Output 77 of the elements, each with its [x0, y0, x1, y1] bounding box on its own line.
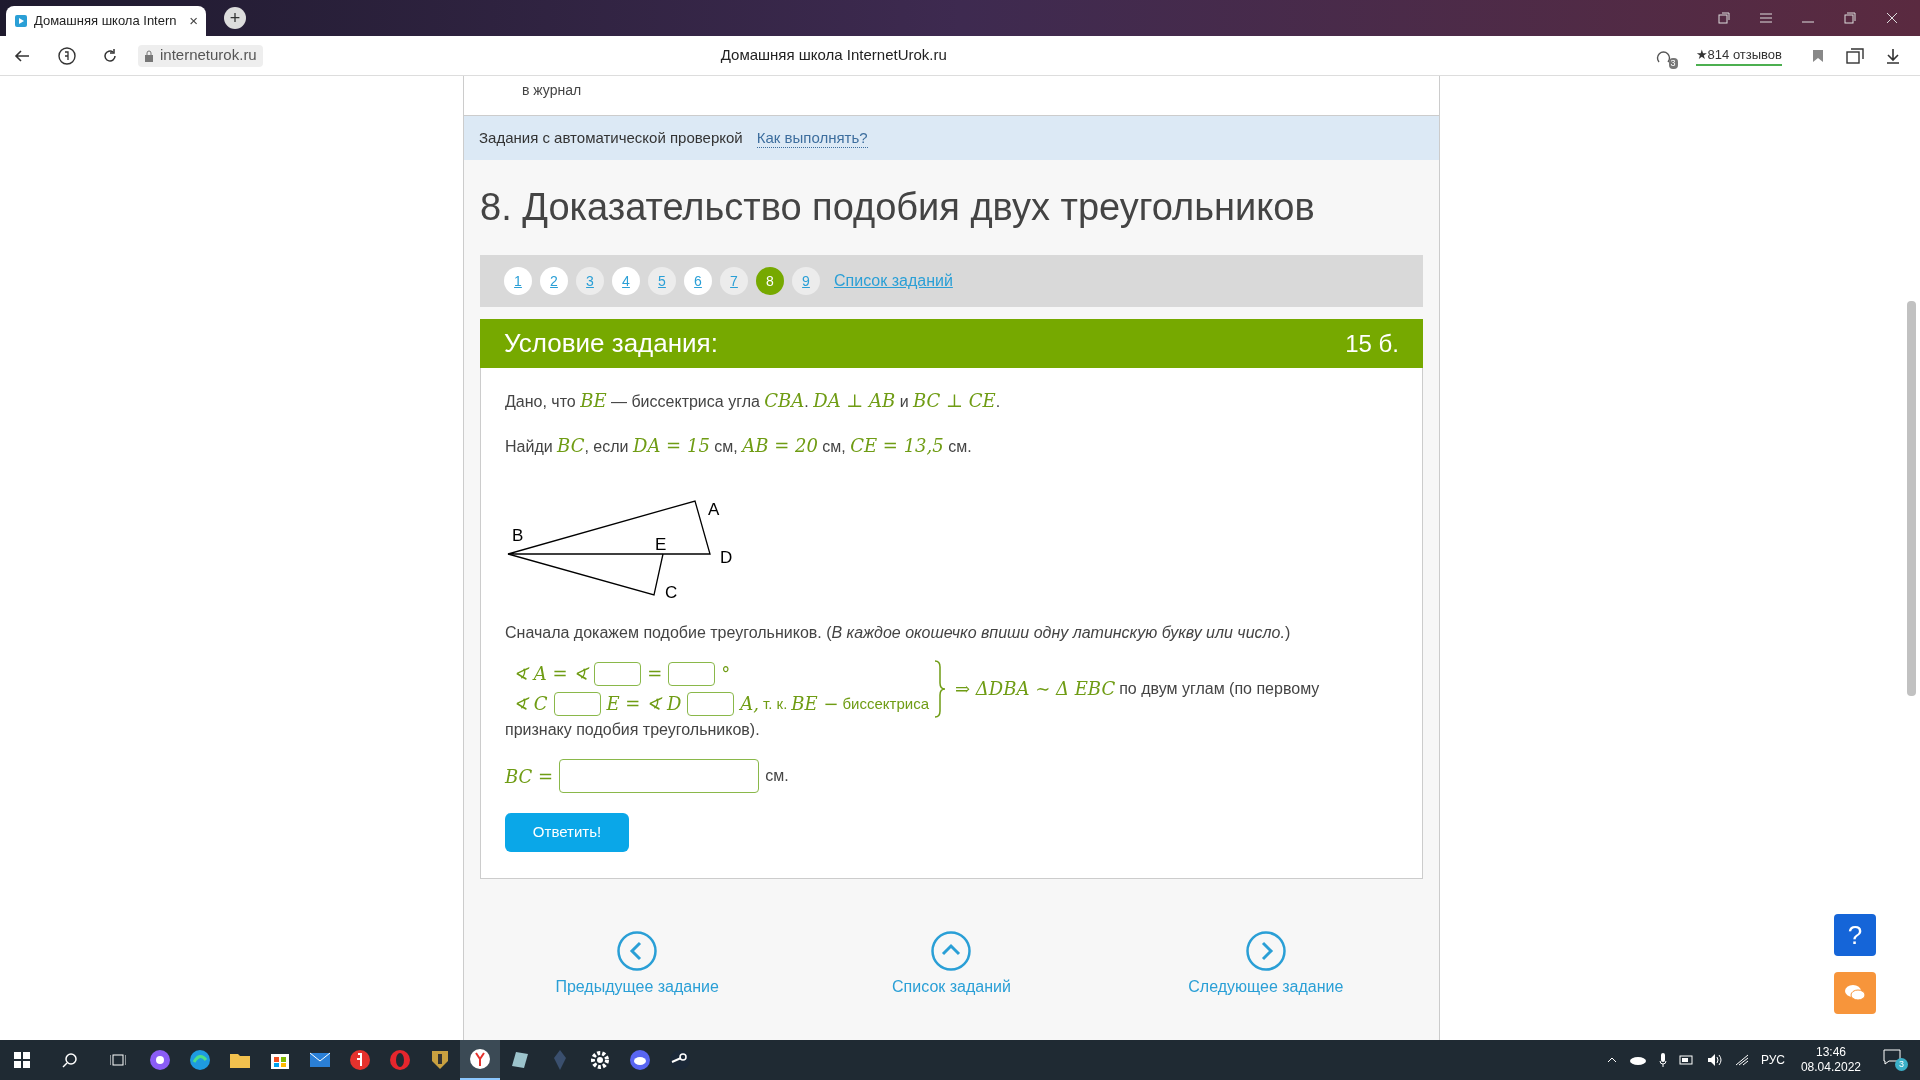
vertex-label: E: [655, 536, 667, 553]
conclusion-text: признаку подобия треугольников).: [505, 720, 761, 740]
task-list-link[interactable]: Список заданий: [834, 269, 953, 293]
menu-icon[interactable]: [1760, 13, 1772, 23]
clock-time[interactable]: 13:46: [1815, 1045, 1846, 1060]
reviews-link[interactable]: ★814 отзывов: [1695, 44, 1782, 67]
formula-text: ∢ A = ∢: [513, 662, 589, 686]
address-field[interactable]: interneturok.ru: [138, 44, 263, 67]
volume-icon[interactable]: [1706, 1053, 1723, 1067]
journal-link[interactable]: в журнал: [522, 82, 582, 98]
answer-field[interactable]: [559, 759, 760, 793]
language-indicator[interactable]: РУС: [1760, 1051, 1785, 1069]
formula-note: биссектриса: [842, 694, 929, 714]
back-icon[interactable]: [14, 48, 30, 63]
formula-text: °: [721, 662, 731, 686]
info-label: Задания с автоматической проверкой: [479, 127, 743, 148]
microphone-icon[interactable]: [1658, 1053, 1667, 1067]
formula-text: ⇒ ΔDBA ∼ Δ EBC: [955, 677, 1116, 701]
lock-icon: [144, 49, 154, 62]
close-icon[interactable]: ×: [189, 9, 198, 33]
download-icon[interactable]: [1886, 47, 1900, 64]
brace-icon: [933, 659, 947, 719]
close-icon[interactable]: [1886, 12, 1898, 24]
bookmark-icon[interactable]: [1812, 48, 1824, 63]
vertex-label: D: [720, 549, 733, 566]
vertex-label: C: [665, 584, 678, 601]
wifi-icon[interactable]: [1734, 1054, 1749, 1066]
browser-tab[interactable]: Домашняя школа Intern ×: [6, 6, 206, 36]
help-button[interactable]: ?: [1834, 914, 1876, 956]
nav-link[interactable]: Следующее задание: [1188, 975, 1344, 999]
page-number[interactable]: 5: [648, 267, 676, 295]
page-number[interactable]: 8: [756, 267, 784, 295]
page-number[interactable]: 3: [576, 267, 604, 295]
formula-text: =: [647, 662, 663, 686]
page-heading: 8. Доказательство подобия двух треугольников: [480, 185, 1316, 230]
formula-text: BE −: [791, 692, 839, 716]
given-text: Дано, что BE — биссектриса угла CBA. DA ⊥ AB и BC ⊥ CE.: [505, 389, 1002, 413]
formula-note: т. к.: [763, 694, 788, 714]
nav-link[interactable]: Предыдущее задание: [555, 975, 719, 999]
page-number[interactable]: 1: [504, 267, 532, 295]
tabs-icon[interactable]: [1718, 12, 1730, 24]
formula-text: A,: [740, 692, 760, 716]
vertex-label: A: [708, 501, 720, 518]
page-title: Домашняя школа InternetUrok.ru: [720, 45, 947, 66]
clock-date[interactable]: 08.04.2022: [1800, 1060, 1861, 1075]
scrollbar-thumb[interactable]: [1907, 301, 1916, 696]
formula-text: ∢ C: [513, 692, 548, 716]
question-text: Найди BC, если DA = 15 см, AB = 20 см, CE = 13,5 см.: [505, 434, 973, 458]
search-icon[interactable]: [62, 1052, 78, 1068]
unit-label: см.: [765, 766, 789, 786]
cloud-icon[interactable]: [1628, 1055, 1647, 1065]
restore-icon[interactable]: [1844, 12, 1856, 24]
windows-start-icon[interactable]: [14, 1052, 30, 1068]
task-header-title: Условие задания:: [504, 327, 718, 360]
reload-icon[interactable]: [102, 47, 118, 64]
page-number[interactable]: 7: [720, 267, 748, 295]
play-icon: [14, 14, 28, 28]
new-tab-button[interactable]: +: [224, 7, 246, 29]
browser-icon[interactable]: [460, 1040, 500, 1080]
instruction-text: Сначала докажем подобие треугольников. (В каждое окошечко впиши одну латинскую букву или число.): [505, 623, 1292, 643]
battery-icon[interactable]: [1678, 1055, 1695, 1065]
points-label: 15 б.: [1345, 328, 1399, 359]
vertex-label: B: [512, 527, 524, 544]
conclusion-text: по двум углам (по первому: [1119, 679, 1320, 699]
page-number[interactable]: 4: [612, 267, 640, 295]
collections-icon[interactable]: [1846, 47, 1864, 64]
help-link[interactable]: Как выполнять?: [756, 128, 868, 148]
page-number[interactable]: 6: [684, 267, 712, 295]
page-number[interactable]: 2: [540, 267, 568, 295]
speech-bubbles-icon: [1844, 984, 1866, 1002]
submit-button[interactable]: Ответить!: [505, 813, 629, 852]
chevron-up-icon[interactable]: [1606, 1057, 1617, 1063]
page-number[interactable]: 9: [792, 267, 820, 295]
formula-text: E = ∢ D: [606, 692, 682, 716]
nav-link[interactable]: Список заданий: [892, 975, 1011, 999]
task-view-icon[interactable]: [110, 1053, 126, 1067]
answer-label: BC =: [505, 764, 554, 789]
